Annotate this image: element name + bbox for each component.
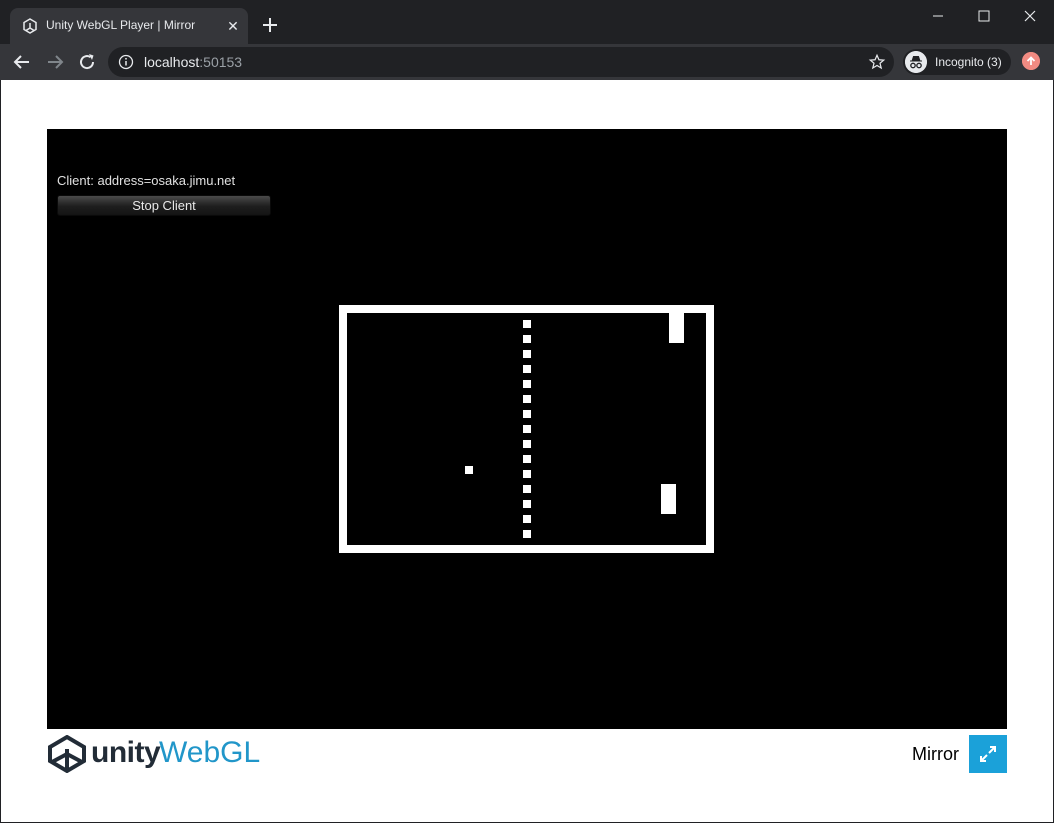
net-dash <box>523 455 531 463</box>
net-dash <box>523 470 531 478</box>
paddle-right-top <box>669 313 684 343</box>
ball <box>465 466 473 474</box>
net-dash <box>523 350 531 358</box>
net-dash <box>523 410 531 418</box>
back-icon[interactable] <box>10 50 34 74</box>
browser-toolbar: localhost:50153 Incognito (3) <box>0 44 1054 80</box>
tab-active[interactable]: Unity WebGL Player | Mirror ✕ <box>10 8 248 44</box>
browser-window: Unity WebGL Player | Mirror ✕ localhost:… <box>0 0 1054 823</box>
logo-webgl-text: WebGL <box>159 736 261 769</box>
url-host: localhost <box>144 54 200 70</box>
url-text[interactable]: localhost:50153 <box>144 54 242 70</box>
paddle-right-bottom <box>661 484 676 514</box>
minimize-icon[interactable] <box>915 0 961 32</box>
fullscreen-icon <box>980 746 996 762</box>
info-icon[interactable] <box>118 54 134 70</box>
update-icon[interactable] <box>1022 52 1040 70</box>
reload-icon[interactable] <box>75 50 99 74</box>
net-dash <box>523 365 531 373</box>
incognito-icon <box>905 51 927 73</box>
address-bar[interactable]: localhost:50153 <box>108 47 894 77</box>
close-icon[interactable]: ✕ <box>224 17 242 35</box>
net-dash <box>523 380 531 388</box>
stop-client-button[interactable]: Stop Client <box>57 195 271 216</box>
net-dash <box>523 425 531 433</box>
unity-icon <box>23 18 37 34</box>
net-dash <box>523 320 531 328</box>
unity-webgl-logo: unity WebGL <box>47 735 260 773</box>
build-title: Mirror <box>912 744 959 764</box>
forward-icon[interactable] <box>43 50 67 74</box>
client-status-label: Client: address=osaka.jimu.net <box>57 173 236 188</box>
tab-strip: Unity WebGL Player | Mirror ✕ <box>0 0 1054 44</box>
incognito-label: Incognito (3) <box>935 55 1002 69</box>
incognito-indicator[interactable]: Incognito (3) <box>903 49 1011 75</box>
fullscreen-button[interactable] <box>969 735 1007 773</box>
maximize-icon[interactable] <box>961 0 1007 32</box>
plus-icon[interactable] <box>258 13 282 37</box>
unity-logo-icon <box>48 735 86 773</box>
net-dash <box>523 530 531 538</box>
tab-title: Unity WebGL Player | Mirror <box>46 18 196 32</box>
net-dash <box>523 440 531 448</box>
unity-game-canvas[interactable]: Client: address=osaka.jimu.net Stop Clie… <box>47 129 1007 729</box>
net-dash <box>523 500 531 508</box>
url-port: :50153 <box>199 54 243 70</box>
logo-unity-text: unity <box>91 736 161 769</box>
net-dash <box>523 395 531 403</box>
net-dash <box>523 485 531 493</box>
page-content: Client: address=osaka.jimu.net Stop Clie… <box>1 80 1053 822</box>
net-dash <box>523 515 531 523</box>
star-icon[interactable] <box>868 53 886 71</box>
net-dash <box>523 335 531 343</box>
window-close-icon[interactable] <box>1007 0 1053 32</box>
